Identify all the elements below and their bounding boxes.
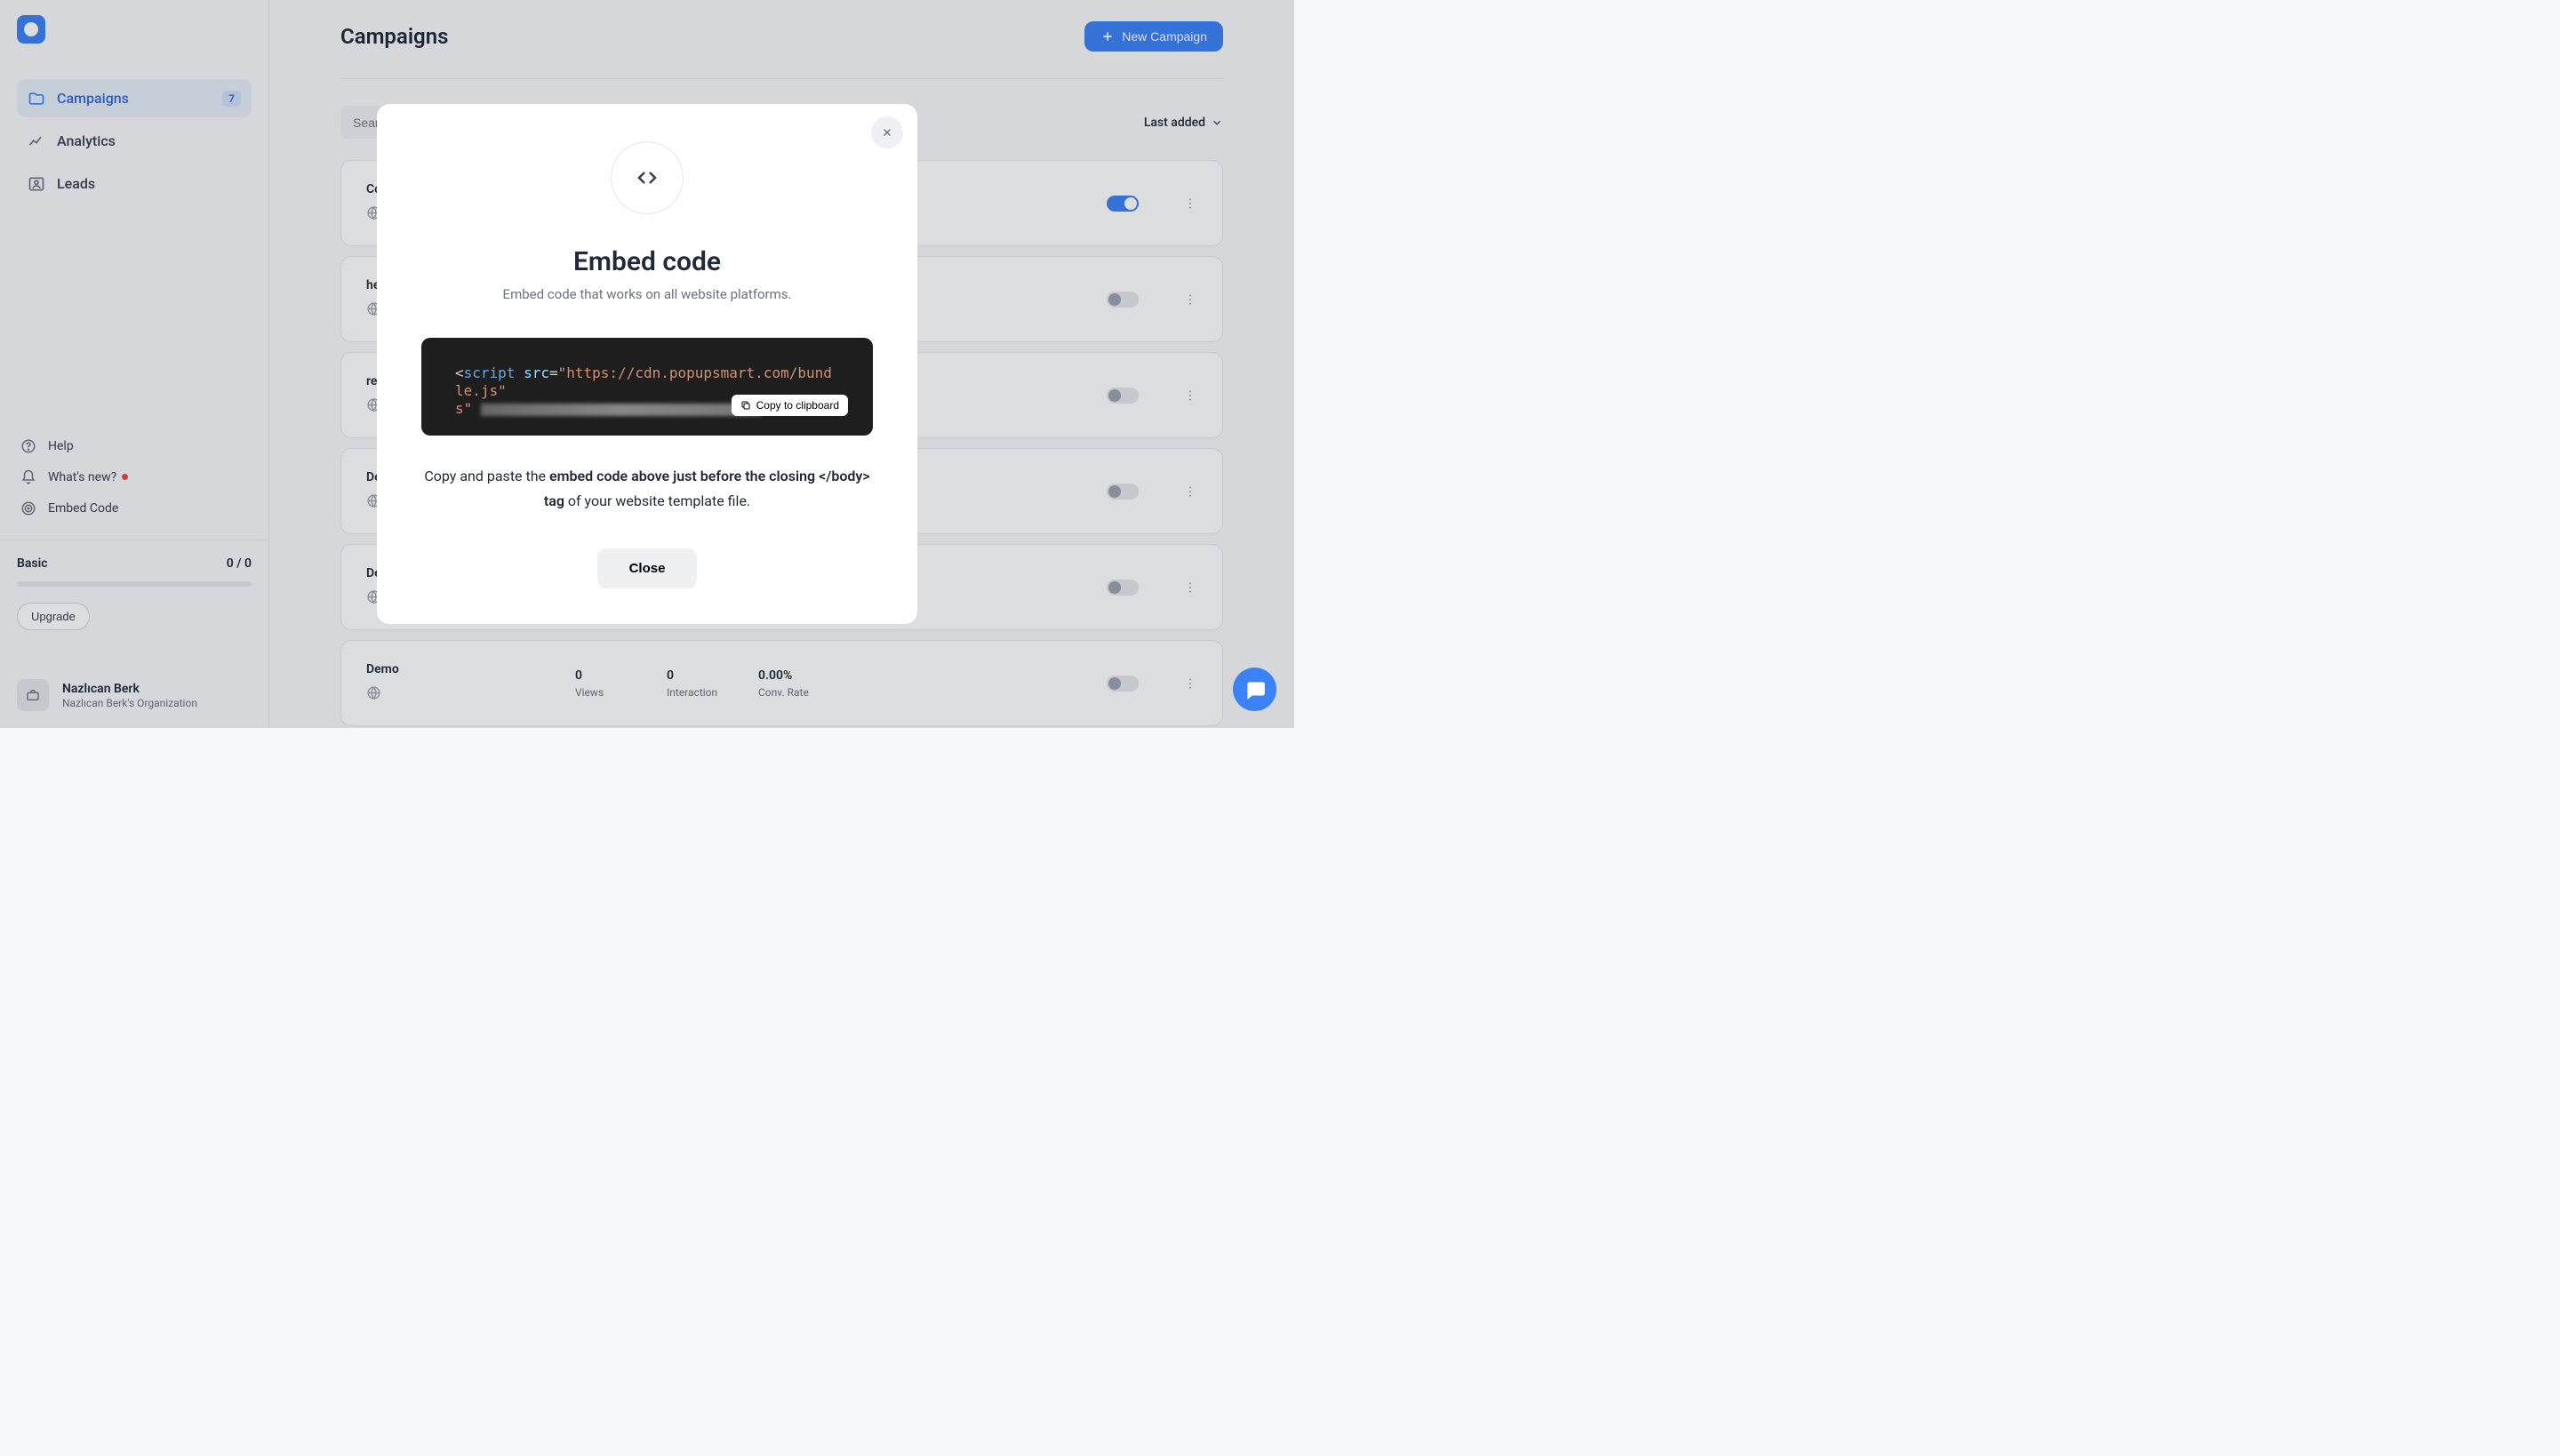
code-box: <script src="https://cdn.popupsmart.com/… [421,338,873,436]
copy-icon [740,400,751,411]
close-button[interactable]: Close [597,548,698,588]
blurred-code [481,404,761,416]
modal-overlay[interactable]: Embed code Embed code that works on all … [0,0,1294,728]
close-icon-button[interactable] [871,116,903,148]
modal-instruction: Copy and paste the embed code above just… [421,464,873,512]
embed-code-modal: Embed code Embed code that works on all … [377,104,917,623]
modal-title: Embed code [421,246,873,277]
modal-icon [611,141,684,214]
close-icon [881,126,893,139]
code-icon [636,167,658,188]
chat-icon [1244,678,1267,701]
chat-fab[interactable] [1233,668,1276,711]
modal-subtitle: Embed code that works on all website pla… [421,286,873,302]
copy-clipboard-button[interactable]: Copy to clipboard [732,395,848,416]
button-label: Copy to clipboard [756,399,839,412]
